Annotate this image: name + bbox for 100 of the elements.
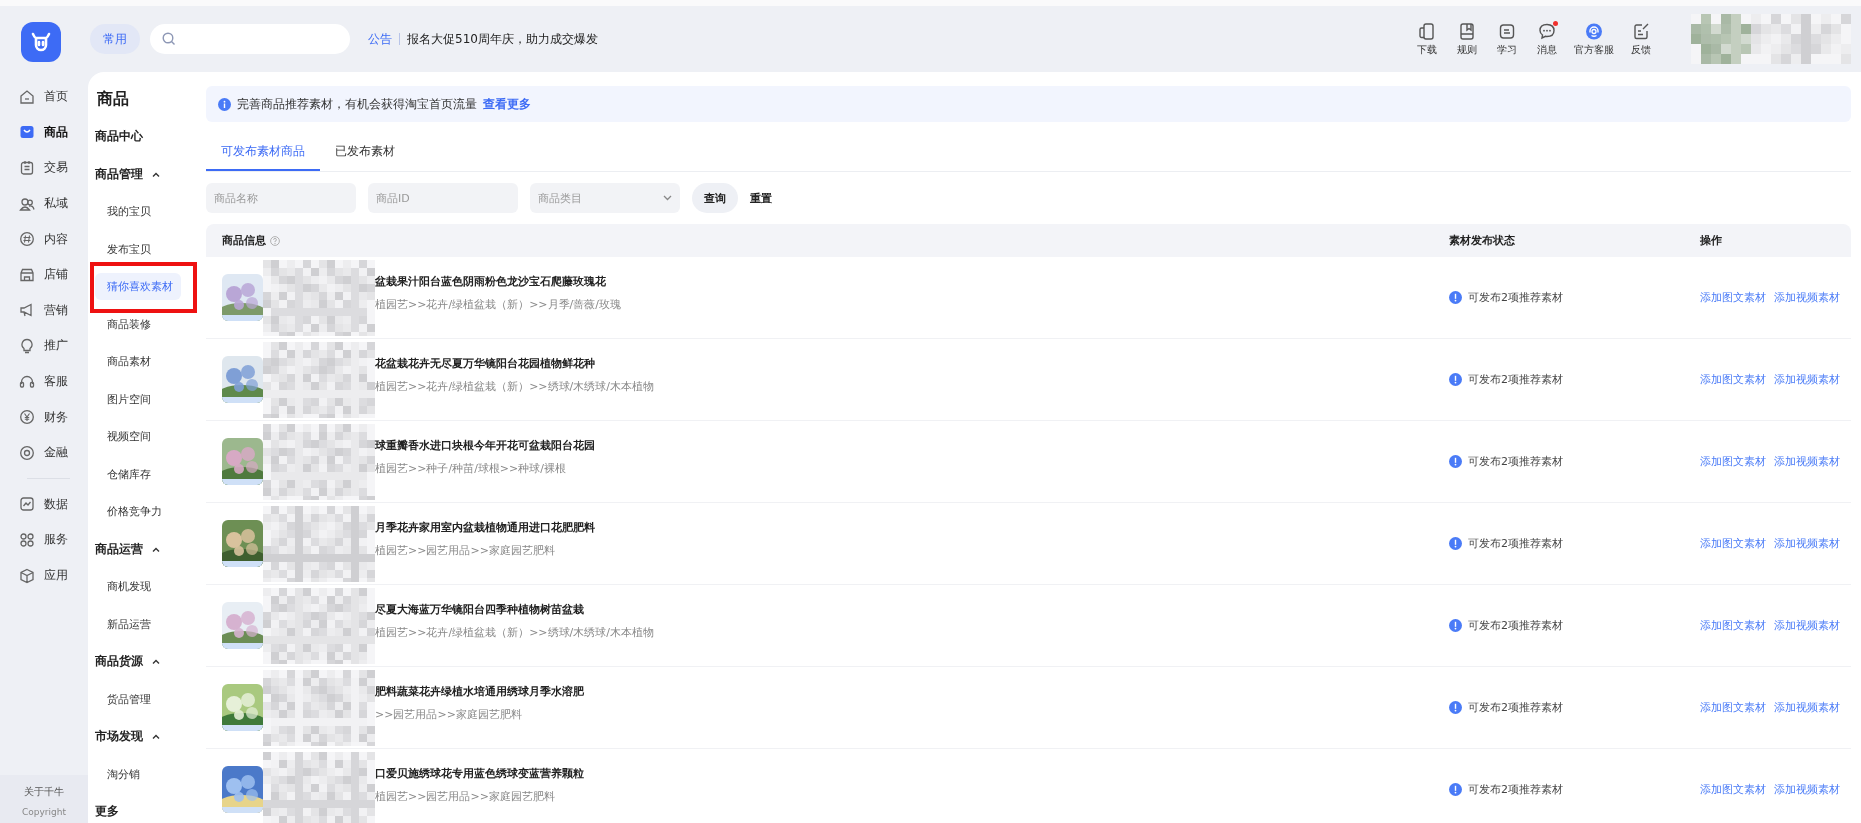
product-category: 植园艺>>花卉/绿植盆栽（新）>>绣球/木绣球/木本植物 (375, 378, 654, 394)
announcement-link[interactable]: 报名大促510周年庆，助力成交爆发 (407, 30, 598, 48)
action-link[interactable]: 添加图文素材 (1700, 618, 1766, 633)
input-field[interactable]: 商品名称 (206, 183, 356, 213)
action-link[interactable]: 添加视频素材 (1774, 290, 1840, 305)
toolbar-button[interactable]: 消息 (1527, 21, 1567, 57)
submenu-item[interactable]: 价格竞争力 (107, 499, 162, 525)
query-button[interactable]: 查询 (692, 183, 738, 213)
submenu-item[interactable]: 发布宝贝 (107, 236, 151, 262)
tab[interactable]: 可发布素材商品 (206, 143, 320, 171)
target-icon (19, 444, 35, 461)
column-header: 操作 (1700, 233, 1722, 248)
action-link[interactable]: 添加视频素材 (1774, 454, 1840, 469)
menu-group[interactable]: 商品管理 (88, 155, 202, 193)
status-text: 可发布2项推荐素材 (1468, 372, 1563, 387)
alert-icon (1449, 619, 1462, 632)
action-link[interactable]: 添加图文素材 (1700, 454, 1766, 469)
rail-item[interactable]: 首页 (0, 79, 88, 115)
hash-icon (19, 231, 35, 248)
product-title[interactable]: 球重瓣香水进口块根今年开花可盆栽阳台花园 (375, 437, 595, 453)
action-link[interactable]: 添加视频素材 (1774, 700, 1840, 715)
caret-icon[interactable] (152, 171, 160, 177)
action-link[interactable]: 添加视频素材 (1774, 536, 1840, 551)
action-link[interactable]: 添加图文素材 (1700, 290, 1766, 305)
submenu-item[interactable]: 仓储库存 (107, 461, 151, 487)
submenu-item[interactable]: 我的宝贝 (107, 199, 151, 225)
rail-item[interactable]: 私域 (0, 185, 88, 222)
tab[interactable]: 已发布素材 (320, 143, 410, 171)
product-category: 植园艺>>种子/种苗/球根>>种球/裸根 (375, 460, 567, 476)
product-title[interactable]: 口爱贝施绣球花专用蓝色绣球变蓝营养颗粒 (375, 765, 584, 781)
rail-item[interactable]: 交易 (0, 150, 88, 186)
about-link[interactable]: 关于千牛 (24, 785, 64, 799)
book-icon (1458, 21, 1476, 40)
section-title: 商品 (96, 88, 130, 110)
menu-item[interactable]: 商品中心 (88, 118, 202, 156)
action-link[interactable]: 添加图文素材 (1700, 782, 1766, 797)
edit-icon (1632, 21, 1650, 40)
submenu-item[interactable]: 商机发现 (107, 574, 151, 600)
rail-item[interactable]: 商品 (0, 114, 88, 151)
menu-group[interactable]: 商品货源 (88, 643, 202, 681)
more-link[interactable]: 查看更多 (483, 95, 531, 113)
rail-item[interactable]: 金融 (0, 434, 88, 471)
rail-item[interactable]: 店铺 (0, 256, 88, 293)
column-header: 素材发布状态 (1449, 233, 1515, 248)
rail-item[interactable]: 推广 (0, 328, 88, 364)
headset-icon (1585, 21, 1603, 40)
action-link[interactable]: 添加图文素材 (1700, 372, 1766, 387)
rail-item[interactable]: 内容 (0, 221, 88, 257)
rail-item[interactable]: 财务 (0, 399, 88, 435)
input-field[interactable]: 商品ID (368, 183, 518, 213)
action-link[interactable]: 添加视频素材 (1774, 782, 1840, 797)
action-link[interactable]: 添加视频素材 (1774, 372, 1840, 387)
submenu-item[interactable]: 淘分销 (107, 761, 140, 787)
caret-icon[interactable] (152, 659, 160, 665)
product-title[interactable]: 月季花卉家用室内盆栽植物通用进口花肥肥料 (375, 519, 595, 535)
dots-icon (19, 531, 35, 548)
menu-item[interactable]: 更多 (88, 793, 202, 823)
alert-icon (1449, 455, 1462, 468)
menu-group[interactable]: 市场发现 (88, 718, 202, 756)
chart-icon (19, 496, 35, 513)
submenu-item[interactable]: 图片空间 (107, 386, 151, 412)
reset-button[interactable]: 重置 (750, 183, 772, 213)
yen-icon (19, 409, 35, 426)
submenu-item[interactable]: 新品运营 (107, 611, 151, 637)
rail-item[interactable]: 客服 (0, 363, 88, 400)
action-link[interactable]: 添加视频素材 (1774, 618, 1840, 633)
submenu-item[interactable]: 商品素材 (107, 349, 151, 375)
submenu-item[interactable]: 货品管理 (107, 686, 151, 712)
note-icon (1498, 21, 1516, 40)
quick-access-button[interactable]: 常用 (90, 24, 140, 54)
menu-group[interactable]: 商品运营 (88, 530, 202, 568)
store-icon (19, 266, 35, 283)
info-icon (218, 97, 231, 111)
status-text: 可发布2项推荐素材 (1468, 700, 1563, 715)
toolbar-button[interactable]: 下载 (1407, 21, 1447, 57)
toolbar-button[interactable]: 学习 (1487, 21, 1527, 57)
caret-icon[interactable] (152, 546, 160, 552)
rail-item[interactable]: 数据 (0, 486, 88, 523)
cube-icon (19, 567, 35, 584)
rail-item[interactable]: 营销 (0, 292, 88, 329)
submenu-item[interactable]: 猜你喜欢素材 (95, 273, 181, 301)
search-field[interactable] (150, 24, 350, 54)
product-category: 植园艺>>园艺用品>>家庭园艺肥料 (375, 788, 556, 804)
action-link[interactable]: 添加图文素材 (1700, 536, 1766, 551)
action-link[interactable]: 添加图文素材 (1700, 700, 1766, 715)
caret-icon[interactable] (152, 734, 160, 740)
rail-item[interactable]: 服务 (0, 522, 88, 558)
toolbar-button[interactable]: 规则 (1447, 21, 1487, 57)
submenu-item[interactable]: 视频空间 (107, 424, 151, 450)
status-text: 可发布2项推荐素材 (1468, 454, 1563, 469)
app-logo[interactable] (21, 22, 61, 62)
column-header: 商品信息 (222, 233, 266, 248)
product-title[interactable]: 尽夏大海蓝万华镜阳台四季种植物树苗盆栽 (375, 601, 654, 617)
toolbar-button[interactable]: 反馈 (1621, 21, 1661, 57)
rail-item[interactable]: 应用 (0, 557, 88, 594)
product-title[interactable]: 花盆栽花卉无尽夏万华镜阳台花园植物鲜花种 (375, 355, 654, 371)
product-title[interactable]: 肥料蔬菜花卉绿植水培通用绣球月季水溶肥 (375, 683, 584, 699)
product-title[interactable]: 盆栽果汁阳台蓝色阴雨粉色龙沙宝石爬藤玫瑰花 (375, 273, 621, 289)
submenu-item[interactable]: 商品装修 (107, 311, 151, 337)
toolbar-button[interactable]: 官方客服 (1567, 21, 1621, 57)
